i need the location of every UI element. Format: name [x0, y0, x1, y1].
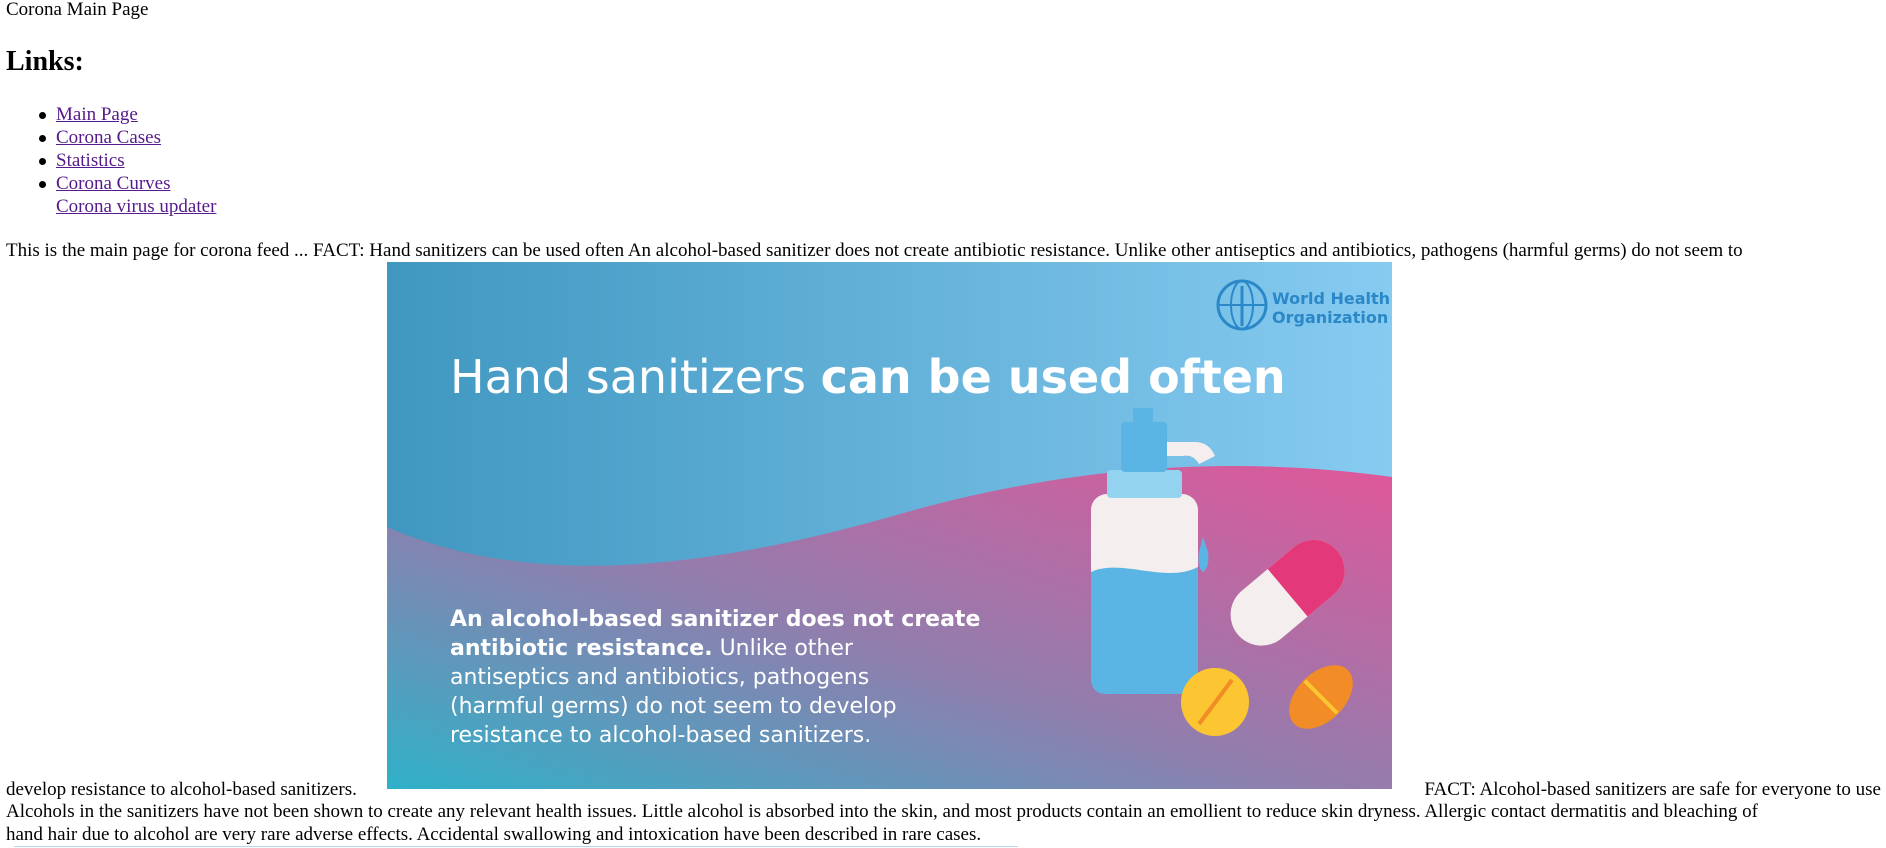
- fact2-body-line1: Alcohols in the sanitizers have not been…: [6, 801, 1758, 822]
- link-corona-curves[interactable]: Corona Curves: [39, 173, 171, 195]
- link-main-page[interactable]: Main Page: [39, 104, 138, 126]
- link-label: Corona Cases: [56, 127, 162, 148]
- banner-body-line3: antiseptics and antibiotics, pathogens: [450, 665, 869, 690]
- banner-headline-bold: can be used often: [821, 350, 1286, 404]
- link-label: Corona virus updater: [56, 196, 217, 217]
- fact2-heading: FACT: Alcohol-based sanitizers are safe …: [1424, 779, 1881, 800]
- link-corona-virus-updater[interactable]: Corona virus updater: [56, 196, 216, 218]
- bullet-marker: [39, 158, 46, 165]
- banner-body-line2-bold: antibiotic resistance.: [450, 636, 713, 661]
- link-corona-cases[interactable]: Corona Cases: [39, 127, 162, 149]
- yellow-tablet-icon: [1181, 668, 1249, 736]
- next-image-edge: [14, 846, 1018, 847]
- banner-body-line5: resistance to alcohol-based sanitizers.: [450, 723, 871, 748]
- who-logo-line2: Organization: [1272, 308, 1388, 327]
- link-label: Corona Curves: [56, 173, 171, 194]
- bullet-marker: [39, 112, 46, 119]
- who-banner-image: World Health Organization Hand sanitizer…: [387, 262, 1392, 789]
- bullet-marker: [39, 135, 46, 142]
- banner-body-line4: (harmful germs) do not seem to develop: [450, 694, 897, 719]
- link-label: Main Page: [56, 104, 138, 125]
- who-logo-line1: World Health: [1272, 289, 1390, 308]
- links-heading: Links:: [6, 46, 84, 77]
- banner-body-line2-light: Unlike other: [713, 636, 854, 661]
- banner-body-line1: An alcohol-based sanitizer does not crea…: [450, 607, 980, 632]
- banner-headline: Hand sanitizers can be used often: [450, 350, 1286, 404]
- banner-headline-light: Hand sanitizers: [450, 350, 821, 404]
- svg-text:antibiotic resistance. Unlike: antibiotic resistance. Unlike other: [450, 636, 854, 661]
- page-title: Corona Main Page: [6, 0, 149, 20]
- bullet-marker: [39, 181, 46, 188]
- fact2-body-line2: hand hair due to alcohol are very rare a…: [6, 824, 982, 845]
- link-statistics[interactable]: Statistics: [39, 150, 125, 172]
- intro-text-continued: develop resistance to alcohol-based sani…: [6, 779, 357, 800]
- intro-text: This is the main page for corona feed ..…: [6, 240, 1743, 261]
- link-label: Statistics: [56, 150, 125, 171]
